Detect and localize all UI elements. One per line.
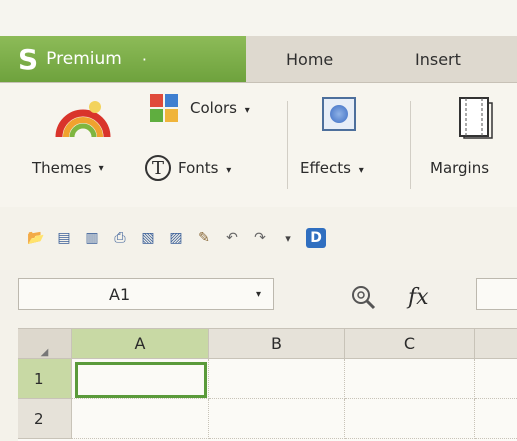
- spreadsheet-grid: ◢ A B C 1 2: [18, 328, 517, 441]
- select-all-corner[interactable]: ◢: [18, 329, 72, 359]
- column-header-a[interactable]: A: [72, 329, 209, 359]
- redo-icon[interactable]: ↷: [250, 228, 270, 248]
- chevron-down-icon: ▾: [226, 165, 232, 176]
- effects-icon[interactable]: [322, 97, 356, 131]
- cell-a2[interactable]: [72, 399, 209, 439]
- cell-b1[interactable]: [209, 359, 345, 399]
- row-header-1[interactable]: 1: [18, 359, 72, 399]
- spell-check-icon[interactable]: ▨: [166, 228, 186, 248]
- chevron-down-icon: ▾: [98, 162, 104, 174]
- ribbon-separator: [410, 101, 411, 189]
- select-all-icon: ◢: [40, 347, 49, 358]
- row-header-2[interactable]: 2: [18, 399, 72, 439]
- effects-button[interactable]: Effects ▾: [300, 159, 364, 177]
- ribbon-page-layout: Themes ▾ Colors ▾ T Fonts ▾ Effects ▾ Ma…: [0, 83, 517, 207]
- chevron-down-icon: ▾: [358, 165, 364, 176]
- column-header-b[interactable]: B: [209, 329, 345, 359]
- themes-button[interactable]: Themes ▾: [32, 159, 104, 177]
- chevron-down-icon[interactable]: ▾: [256, 289, 261, 300]
- margins-button[interactable]: Margins: [430, 159, 489, 177]
- open-folder-icon[interactable]: 📂: [26, 228, 46, 248]
- zoom-icon[interactable]: [350, 284, 376, 310]
- cell-c2[interactable]: [345, 399, 475, 439]
- cell-d2[interactable]: [475, 399, 517, 439]
- themes-label: Themes: [32, 159, 92, 177]
- save-icon[interactable]: ▤: [54, 228, 74, 248]
- formula-bar: A1 ▾ fx: [0, 270, 517, 320]
- name-box[interactable]: A1 ▾: [18, 278, 274, 310]
- page-margins-icon[interactable]: [456, 95, 494, 139]
- font-icon-glyph: T: [151, 157, 164, 179]
- quick-access-toolbar: 📂 ▤ ▥ ⎙ ▧ ▨ ✎ ↶ ↷ ▾ D: [0, 217, 517, 263]
- print-preview-icon[interactable]: ▧: [138, 228, 158, 248]
- tab-insert[interactable]: Insert: [415, 36, 461, 82]
- ribbon-tab-bar: S Premium · Home Insert: [0, 36, 517, 83]
- chevron-down-icon: ▾: [244, 105, 250, 116]
- fonts-button[interactable]: Fonts ▾: [178, 159, 231, 177]
- premium-menu-dot: ·: [141, 49, 147, 69]
- premium-logo-icon: S: [18, 42, 39, 76]
- effects-label: Effects: [300, 159, 351, 177]
- fonts-label: Fonts: [178, 159, 219, 177]
- formula-input[interactable]: [476, 278, 517, 310]
- cell-d1[interactable]: [475, 359, 517, 399]
- save-as-icon[interactable]: ▥: [82, 228, 102, 248]
- ribbon-separator: [287, 101, 288, 189]
- app-logo-icon[interactable]: D: [306, 228, 326, 248]
- format-painter-icon[interactable]: ✎: [194, 228, 214, 248]
- tab-home[interactable]: Home: [286, 36, 333, 82]
- name-box-value: A1: [109, 284, 131, 304]
- tab-premium[interactable]: S Premium ·: [0, 36, 246, 82]
- column-header-c[interactable]: C: [345, 329, 475, 359]
- selected-cell-a1[interactable]: [75, 362, 207, 398]
- print-icon[interactable]: ⎙: [110, 228, 130, 248]
- cell-b2[interactable]: [209, 399, 345, 439]
- insert-function-button[interactable]: fx: [408, 285, 429, 310]
- colors-button[interactable]: Colors ▾: [190, 99, 250, 117]
- undo-icon[interactable]: ↶: [222, 228, 242, 248]
- qat-dropdown-icon[interactable]: ▾: [278, 228, 298, 248]
- rainbow-icon[interactable]: [55, 99, 111, 139]
- top-margin: [0, 0, 517, 36]
- tab-premium-label: Premium: [46, 49, 122, 69]
- font-icon[interactable]: T: [145, 155, 171, 181]
- cell-c1[interactable]: [345, 359, 475, 399]
- colors-label: Colors: [190, 99, 237, 117]
- color-palette-icon[interactable]: [150, 94, 178, 122]
- column-header-d[interactable]: [475, 329, 517, 359]
